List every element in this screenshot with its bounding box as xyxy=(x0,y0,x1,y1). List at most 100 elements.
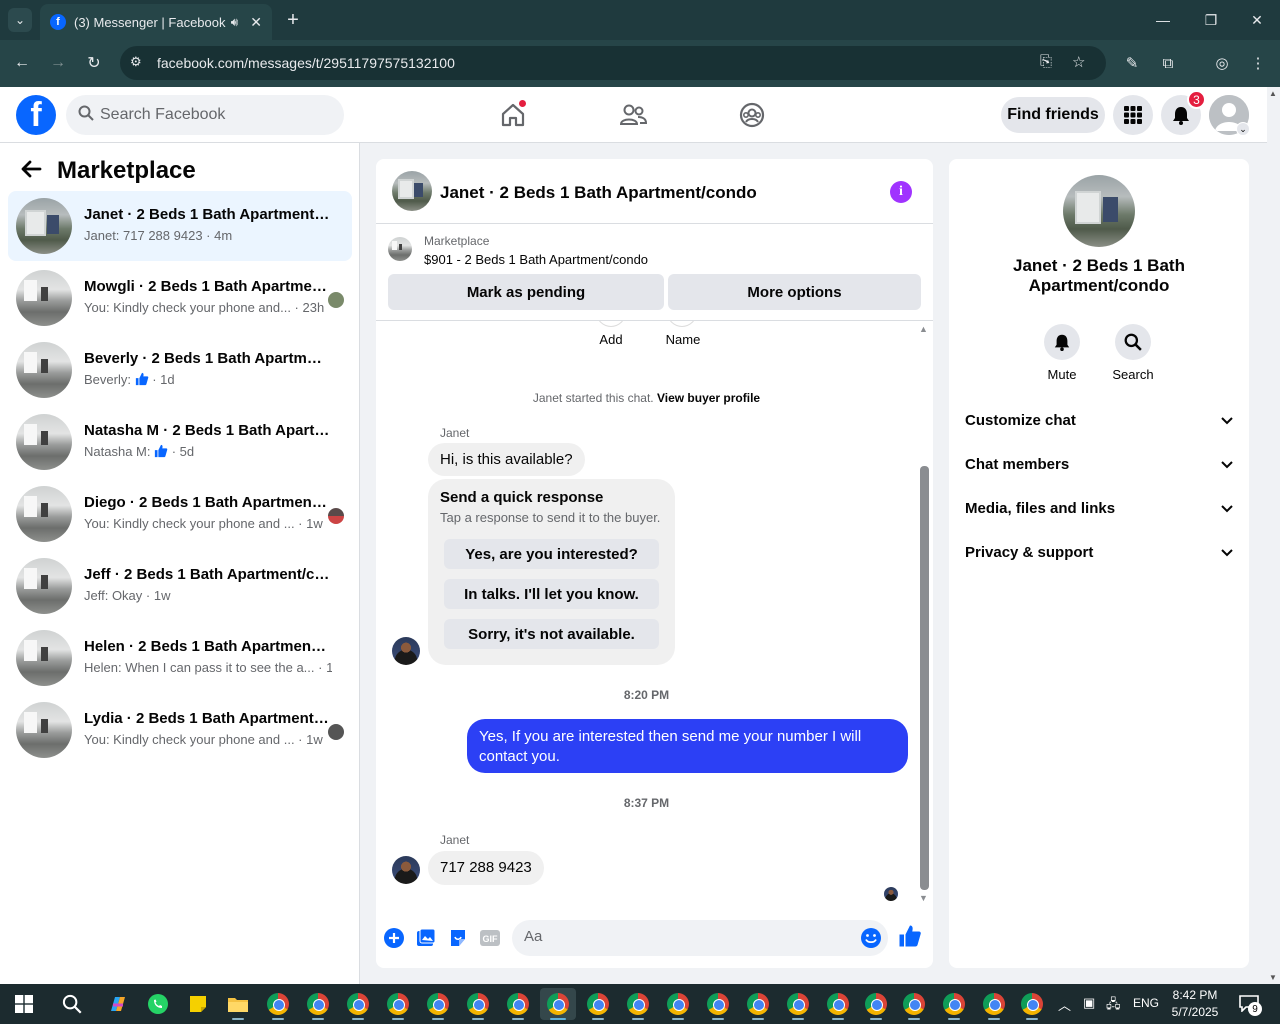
chrome-taskbar-icon[interactable] xyxy=(1014,988,1050,1020)
name-circle-icon[interactable] xyxy=(667,321,697,327)
bookmark-star-icon[interactable]: ☆ xyxy=(1072,53,1085,71)
tray-chevron-up-icon[interactable]: ︿ xyxy=(1058,995,1071,1014)
extensions-icon[interactable]: ⧉ xyxy=(1156,51,1180,75)
page-scrollbar[interactable]: ▲ ▼ xyxy=(1267,87,1280,984)
chrome-taskbar-icon[interactable] xyxy=(700,988,736,1020)
facebook-logo-icon[interactable]: f xyxy=(16,95,56,135)
back-arrow-icon[interactable] xyxy=(20,159,42,185)
scroll-down-arrow-icon[interactable]: ▼ xyxy=(919,893,928,903)
taskbar-clock[interactable]: 8:42 PM 5/7/2025 xyxy=(1166,987,1224,1021)
sticky-notes-icon[interactable] xyxy=(180,988,216,1020)
browser-menu-icon[interactable]: ⋮ xyxy=(1246,51,1270,75)
chrome-taskbar-icon[interactable] xyxy=(340,988,376,1020)
emoji-icon[interactable] xyxy=(860,927,882,954)
view-buyer-profile-link[interactable]: View buyer profile xyxy=(657,391,760,405)
info-icon[interactable]: i xyxy=(890,181,912,203)
conversation-item[interactable]: Lydia · 2 Beds 1 Bath Apartment/condo Yo… xyxy=(8,695,352,765)
chrome-taskbar-icon[interactable] xyxy=(260,988,296,1020)
chrome-taskbar-icon[interactable] xyxy=(380,988,416,1020)
profile-icon[interactable]: ◎ xyxy=(1210,51,1234,75)
mute-action[interactable]: Mute xyxy=(1026,324,1098,382)
chrome-taskbar-icon[interactable] xyxy=(620,988,656,1020)
conversation-item[interactable]: Diego · 2 Beds 1 Bath Apartment/condo Yo… xyxy=(8,479,352,549)
more-options-button[interactable]: More options xyxy=(668,274,921,310)
groups-icon[interactable] xyxy=(736,99,768,131)
chrome-taskbar-icon-active[interactable] xyxy=(540,988,576,1020)
janet-avatar[interactable] xyxy=(392,856,420,884)
chrome-taskbar-icon[interactable] xyxy=(820,988,856,1020)
conversation-item[interactable]: Beverly · 2 Beds 1 Bath Apartment/condo … xyxy=(8,335,352,405)
gif-icon[interactable]: GIF xyxy=(478,926,502,950)
quick-reply-button[interactable]: Yes, are you interested? xyxy=(444,539,659,569)
browser-tab[interactable]: f (3) Messenger | Facebook 🔊︎ ✕ xyxy=(40,4,272,40)
photo-icon[interactable] xyxy=(414,926,438,950)
conversation-item[interactable]: Jeff · 2 Beds 1 Bath Apartment/condo Jef… xyxy=(8,551,352,621)
customize-chat-section[interactable]: Customize chat xyxy=(957,398,1241,442)
chat-members-section[interactable]: Chat members xyxy=(957,442,1241,486)
chat-title[interactable]: Janet · 2 Beds 1 Bath Apartment/condo xyxy=(440,183,757,203)
incoming-message[interactable]: Hi, is this available? xyxy=(428,443,585,476)
close-tab-icon[interactable]: ✕ xyxy=(250,14,262,31)
notification-center-icon[interactable]: 9 xyxy=(1238,994,1262,1016)
chrome-taskbar-icon[interactable] xyxy=(896,988,932,1020)
search-input[interactable] xyxy=(100,106,320,124)
site-info-icon[interactable]: ⚙︎ xyxy=(130,54,142,70)
search-action[interactable]: Search xyxy=(1097,324,1169,382)
sticker-icon[interactable] xyxy=(446,926,470,950)
account-chevron-icon[interactable]: ⌄ xyxy=(1236,122,1250,136)
listing-price[interactable]: $901 - 2 Beds 1 Bath Apartment/condo xyxy=(424,252,648,267)
message-input[interactable] xyxy=(524,928,844,945)
conversation-item[interactable]: Janet · 2 Beds 1 Bath Apartment/condo Ja… xyxy=(8,191,352,261)
install-app-icon[interactable]: ⎘ xyxy=(1040,53,1052,70)
url-text[interactable]: facebook.com/messages/t/2951179757513210… xyxy=(157,55,455,71)
minimize-button[interactable]: — xyxy=(1148,6,1178,34)
chat-scroll-thumb[interactable] xyxy=(920,466,929,890)
home-icon[interactable] xyxy=(497,99,529,131)
meet-now-icon[interactable]: ▣ xyxy=(1083,995,1095,1011)
chrome-taskbar-icon[interactable] xyxy=(460,988,496,1020)
find-friends-button[interactable]: Find friends xyxy=(1001,97,1105,133)
reload-button[interactable]: ↻ xyxy=(82,51,106,75)
friends-icon[interactable] xyxy=(617,99,649,131)
language-indicator[interactable]: ENG xyxy=(1133,996,1159,1010)
new-tab-button[interactable]: + xyxy=(282,8,304,32)
name-label[interactable]: Name xyxy=(653,332,713,347)
chat-avatar[interactable] xyxy=(392,171,432,211)
add-label[interactable]: Add xyxy=(581,332,641,347)
network-icon[interactable]: 🖧︎ xyxy=(1106,995,1121,1017)
janet-avatar[interactable] xyxy=(392,637,420,665)
chrome-taskbar-icon[interactable] xyxy=(500,988,536,1020)
chrome-taskbar-icon[interactable] xyxy=(300,988,336,1020)
chrome-taskbar-icon[interactable] xyxy=(660,988,696,1020)
quick-reply-button[interactable]: Sorry, it's not available. xyxy=(444,619,659,649)
chrome-taskbar-icon[interactable] xyxy=(580,988,616,1020)
details-avatar[interactable] xyxy=(1063,175,1135,247)
scroll-up-arrow-icon[interactable]: ▲ xyxy=(919,324,928,334)
media-files-links-section[interactable]: Media, files and links xyxy=(957,486,1241,530)
pen-icon[interactable]: ✎ xyxy=(1120,51,1144,75)
whatsapp-icon[interactable] xyxy=(140,988,176,1020)
menu-grid-icon[interactable] xyxy=(1113,95,1153,135)
forward-button[interactable]: → xyxy=(46,51,70,75)
file-explorer-icon[interactable] xyxy=(220,988,256,1020)
listing-thumbnail[interactable] xyxy=(388,237,412,261)
page-scroll-up-icon[interactable]: ▲ xyxy=(1269,89,1277,98)
chrome-taskbar-icon[interactable] xyxy=(420,988,456,1020)
bell-icon[interactable] xyxy=(1044,324,1080,360)
conversation-item[interactable]: Natasha M · 2 Beds 1 Bath Apartment/cond… xyxy=(8,407,352,477)
search-icon[interactable] xyxy=(1115,324,1151,360)
like-button-icon[interactable] xyxy=(898,924,922,948)
page-scroll-down-icon[interactable]: ▼ xyxy=(1269,973,1277,982)
close-window-button[interactable]: ✕ xyxy=(1242,6,1272,34)
chrome-taskbar-icon[interactable] xyxy=(858,988,894,1020)
add-circle-icon[interactable] xyxy=(596,321,626,327)
back-button[interactable]: ← xyxy=(10,51,34,75)
speaker-icon[interactable]: 🔊︎ xyxy=(231,15,239,30)
quick-reply-button[interactable]: In talks. I'll let you know. xyxy=(444,579,659,609)
copilot-icon[interactable] xyxy=(100,988,136,1020)
chrome-taskbar-icon[interactable] xyxy=(936,988,972,1020)
conversation-item[interactable]: Mowgli · 2 Beds 1 Bath Apartment/condo Y… xyxy=(8,263,352,333)
chrome-taskbar-icon[interactable] xyxy=(976,988,1012,1020)
incoming-message[interactable]: 717 288 9423 xyxy=(428,851,544,885)
mark-as-pending-button[interactable]: Mark as pending xyxy=(388,274,664,310)
